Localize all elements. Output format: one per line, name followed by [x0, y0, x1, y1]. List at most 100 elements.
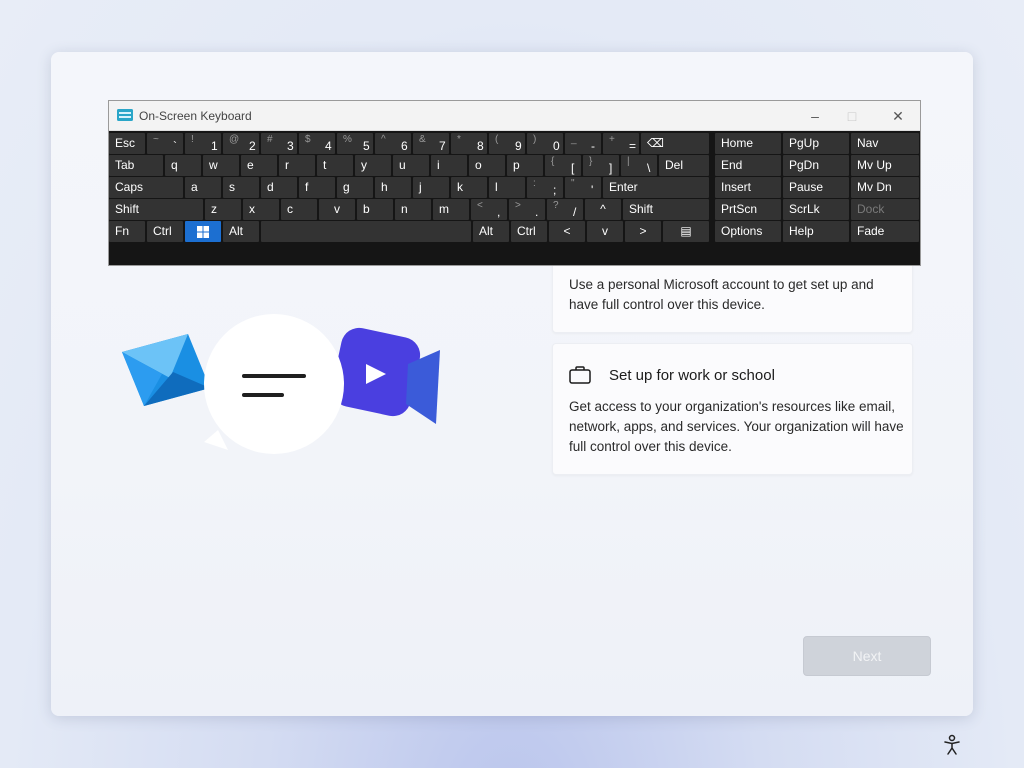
- key-x[interactable]: x: [243, 199, 279, 220]
- key-t[interactable]: t: [317, 155, 353, 176]
- work-school-title: Set up for work or school: [609, 367, 775, 384]
- key-=[interactable]: + =: [603, 133, 639, 154]
- key-f[interactable]: f: [299, 177, 335, 198]
- key-prtscn[interactable]: PrtScn: [715, 199, 781, 220]
- key-s[interactable]: s: [223, 177, 259, 198]
- close-button[interactable]: ✕: [883, 105, 913, 127]
- key-<[interactable]: <: [549, 221, 585, 242]
- work-school-option[interactable]: Set up for work or school Get access to …: [552, 343, 913, 475]
- key-label: ScrLk: [789, 202, 820, 216]
- key-label: k: [457, 180, 463, 194]
- key-e[interactable]: e: [241, 155, 277, 176]
- key-caps[interactable]: Caps: [109, 177, 183, 198]
- key-space[interactable]: [261, 221, 471, 242]
- key-j[interactable]: j: [413, 177, 449, 198]
- key-end[interactable]: End: [715, 155, 781, 176]
- key-esc[interactable]: Esc: [109, 133, 145, 154]
- key-pgup[interactable]: PgUp: [783, 133, 849, 154]
- key-label: <: [563, 224, 571, 238]
- key--[interactable]: _ -: [565, 133, 601, 154]
- minimize-button[interactable]: –: [800, 105, 830, 127]
- personal-account-option[interactable]: Use a personal Microsoft account to get …: [552, 262, 913, 333]
- key-label: Ctrl: [517, 224, 536, 238]
- key-h[interactable]: h: [375, 177, 411, 198]
- key-,[interactable]: <,: [471, 199, 507, 220]
- key-4[interactable]: $4: [299, 133, 335, 154]
- key-▤[interactable]: ▤: [663, 221, 709, 242]
- key-l[interactable]: l: [489, 177, 525, 198]
- key-pause[interactable]: Pause: [783, 177, 849, 198]
- key-fade[interactable]: Fade: [851, 221, 919, 242]
- osk-keys: Esc ~ `! 1 @2 #3 $4% 5 ^ 6 & 7 * 8(9) 0 _ - + = ⌫ Tab q w e r t y u…: [109, 131, 920, 265]
- key-0[interactable]: ) 0: [527, 133, 563, 154]
- key-[[interactable]: {[: [545, 155, 581, 176]
- key-r[interactable]: r: [279, 155, 315, 176]
- key-6[interactable]: ^ 6: [375, 133, 411, 154]
- key-label: Caps: [115, 180, 144, 194]
- next-button[interactable]: Next: [803, 636, 931, 676]
- key-i[interactable]: i: [431, 155, 467, 176]
- key-2[interactable]: @2: [223, 133, 259, 154]
- key-del[interactable]: Del: [659, 155, 709, 176]
- key-c[interactable]: c: [281, 199, 317, 220]
- key-v[interactable]: v: [587, 221, 623, 242]
- key-'[interactable]: " ': [565, 177, 601, 198]
- key-;[interactable]: :;: [527, 177, 563, 198]
- key-a[interactable]: a: [185, 177, 221, 198]
- key-enter[interactable]: Enter: [603, 177, 709, 198]
- key-insert[interactable]: Insert: [715, 177, 781, 198]
- key-][interactable]: }]: [583, 155, 619, 176]
- key-label: Dock: [857, 202, 885, 216]
- key-help[interactable]: Help: [783, 221, 849, 242]
- key-home[interactable]: Home: [715, 133, 781, 154]
- key-w[interactable]: w: [203, 155, 239, 176]
- key-label: t: [323, 158, 327, 172]
- key-8[interactable]: * 8: [451, 133, 487, 154]
- accessibility-icon[interactable]: [942, 734, 962, 756]
- key-y[interactable]: y: [355, 155, 391, 176]
- key-o[interactable]: o: [469, 155, 505, 176]
- osk-title-bar[interactable]: On-Screen Keyboard – □ ✕: [109, 101, 920, 131]
- key-nav[interactable]: Nav: [851, 133, 919, 154]
- key-3[interactable]: #3: [261, 133, 297, 154]
- key-ctrl[interactable]: Ctrl: [511, 221, 547, 242]
- key-p[interactable]: p: [507, 155, 543, 176]
- key-u[interactable]: u: [393, 155, 429, 176]
- key-pgdn[interactable]: PgDn: [783, 155, 849, 176]
- key-n[interactable]: n: [395, 199, 431, 220]
- key-1[interactable]: ! 1: [185, 133, 221, 154]
- maximize-button[interactable]: □: [837, 105, 867, 127]
- key-⌫[interactable]: ⌫: [641, 133, 709, 154]
- key-shift[interactable]: Shift: [623, 199, 709, 220]
- key-ctrl[interactable]: Ctrl: [147, 221, 183, 242]
- key-alt[interactable]: Alt: [223, 221, 259, 242]
- key->[interactable]: >: [625, 221, 661, 242]
- key-mv-dn[interactable]: Mv Dn: [851, 177, 919, 198]
- key-windows[interactable]: [185, 221, 221, 242]
- key-shift[interactable]: Shift: [109, 199, 203, 220]
- key-`[interactable]: ~ `: [147, 133, 183, 154]
- key-\[interactable]: | \: [621, 155, 657, 176]
- key-q[interactable]: q: [165, 155, 201, 176]
- key-fn[interactable]: Fn: [109, 221, 145, 242]
- key-b[interactable]: b: [357, 199, 393, 220]
- key-5[interactable]: % 5: [337, 133, 373, 154]
- key-7[interactable]: & 7: [413, 133, 449, 154]
- key-g[interactable]: g: [337, 177, 373, 198]
- key-z[interactable]: z: [205, 199, 241, 220]
- key-tab[interactable]: Tab: [109, 155, 163, 176]
- key-/[interactable]: ? /: [547, 199, 583, 220]
- key-scrlk[interactable]: ScrLk: [783, 199, 849, 220]
- key-alt[interactable]: Alt: [473, 221, 509, 242]
- key-9[interactable]: (9: [489, 133, 525, 154]
- key-label: `: [173, 139, 177, 153]
- key-label: ^: [600, 202, 606, 216]
- key-^[interactable]: ^: [585, 199, 621, 220]
- key-mv-up[interactable]: Mv Up: [851, 155, 919, 176]
- key-.[interactable]: >.: [509, 199, 545, 220]
- key-options[interactable]: Options: [715, 221, 781, 242]
- key-k[interactable]: k: [451, 177, 487, 198]
- key-d[interactable]: d: [261, 177, 297, 198]
- key-m[interactable]: m: [433, 199, 469, 220]
- key-v[interactable]: v: [319, 199, 355, 220]
